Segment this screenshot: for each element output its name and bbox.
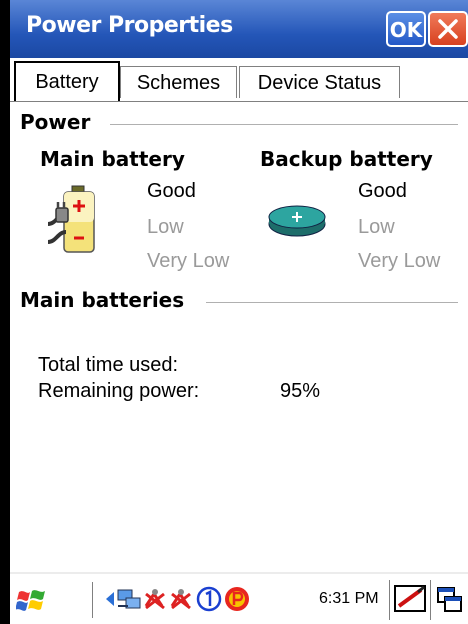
close-button[interactable]: [428, 11, 468, 47]
backup-battery-level-low: Low: [358, 216, 395, 238]
clock[interactable]: 6:31 PM: [319, 590, 379, 608]
tab-device-status[interactable]: Device Status: [239, 66, 400, 98]
backup-battery-level-good: Good: [358, 180, 407, 202]
power-group-title: Power: [20, 110, 91, 134]
main-battery-level-very-low: Very Low: [147, 250, 230, 272]
input-panel-icon[interactable]: [394, 584, 428, 614]
switch-windows-icon[interactable]: [436, 586, 464, 614]
taskbar-separator: [92, 582, 93, 618]
title-bar: Power Properties OK: [10, 0, 468, 58]
tab-battery[interactable]: Battery: [14, 61, 120, 101]
tab-strip: Battery Schemes Device Status: [10, 58, 468, 102]
main-batteries-group-divider: [206, 302, 458, 303]
total-time-label: Total time used:: [38, 354, 179, 376]
back-arrow-icon[interactable]: [102, 590, 116, 608]
power-group-divider: [110, 124, 458, 125]
window-title: Power Properties: [26, 13, 233, 38]
main-battery-level-low: Low: [147, 216, 184, 238]
start-icon[interactable]: [16, 586, 46, 614]
taskbar-separator: [430, 580, 431, 620]
ok-button[interactable]: OK: [386, 11, 426, 47]
tab-schemes[interactable]: Schemes: [120, 66, 237, 98]
backup-battery-label: Backup battery: [260, 147, 433, 171]
backup-battery-level-very-low: Very Low: [358, 250, 441, 272]
remaining-power-value: 95%: [280, 380, 321, 402]
p-icon[interactable]: [224, 586, 250, 612]
screen: Power Properties OK Battery Schemes Devi…: [0, 0, 468, 624]
taskbar-separator: [389, 580, 390, 620]
network-icon[interactable]: [116, 586, 142, 612]
screen-bezel: [0, 0, 10, 624]
battery-tab-panel: Power Main battery Backup battery Good L…: [10, 102, 468, 572]
close-icon: [438, 19, 458, 39]
number-one-icon[interactable]: [196, 586, 222, 612]
main-battery-icon: [47, 185, 95, 253]
remaining-power-label: Remaining power:: [38, 380, 200, 402]
main-battery-label: Main battery: [40, 147, 185, 171]
main-batteries-group-title: Main batteries: [20, 288, 185, 312]
disconnected-icon[interactable]: [168, 586, 194, 612]
taskbar: 6:31 PM: [10, 572, 468, 624]
backup-battery-icon: [268, 205, 326, 237]
main-battery-level-good: Good: [147, 180, 196, 202]
disconnected-icon[interactable]: [142, 586, 168, 612]
